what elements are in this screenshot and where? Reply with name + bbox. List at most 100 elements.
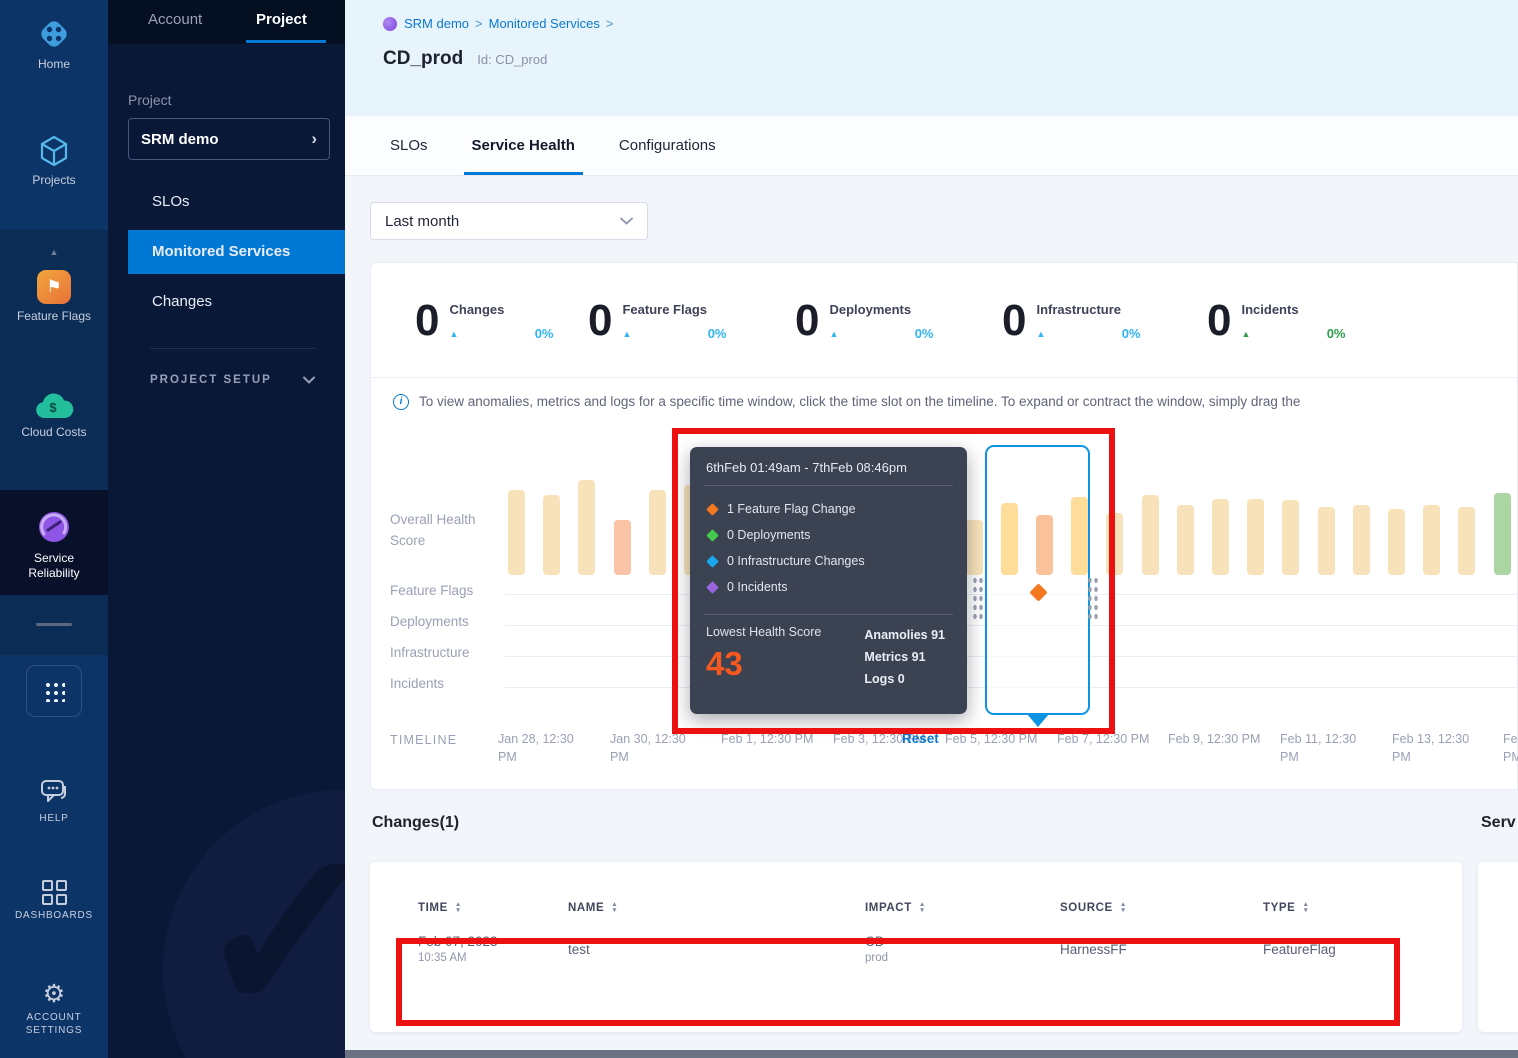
stat-percent: 0% [1327,326,1346,341]
module-grid-button[interactable] [26,665,82,717]
timeline-bar[interactable] [508,490,525,575]
column-header-time[interactable]: TIME▲▼ [418,902,568,914]
timeline-bar[interactable] [1282,500,1299,575]
tab-slos[interactable]: SLOs [390,116,428,175]
sidebar-item-changes[interactable]: Changes [128,280,345,324]
tooltip-item-text: 1 Feature Flag Change [727,502,856,516]
table-row[interactable]: Feb 07, 202310:35 AMtestCDprodHarnessFFF… [370,934,1462,964]
timeline-tick: Jan 28, 12:30 PM [498,731,594,766]
bottom-scrollbar[interactable] [345,1050,1518,1058]
breadcrumb-monitored-services[interactable]: Monitored Services [489,16,600,31]
tab-account[interactable]: Account [148,11,202,28]
selection-right-drag-handle[interactable] [1087,576,1099,620]
chevron-down-icon [303,376,315,384]
sidebar-item-help[interactable]: HELP [0,778,108,826]
time-range-value: Last month [385,213,620,230]
stat-meta: Infrastructure▲0% [1036,300,1140,342]
sidebar-item-feature-flags[interactable]: ⚑ Feature Flags [0,270,108,324]
info-banner-text: To view anomalies, metrics and logs for … [419,394,1300,409]
stat-infrastructure: 0Infrastructure▲0% [1002,300,1140,342]
stat-meta: Incidents▲0% [1241,300,1345,342]
stat-label: Feature Flags [622,302,726,317]
timeline-bar[interactable] [1494,493,1511,575]
rail-label-feature-flags: Feature Flags [0,309,108,324]
tab-configurations[interactable]: Configurations [619,116,716,175]
changes-table-body: Feb 07, 202310:35 AMtestCDprodHarnessFFF… [370,934,1462,964]
reset-button[interactable]: Reset [902,731,939,746]
timeline-bar[interactable] [1247,499,1264,575]
row-label-incidents: Incidents [390,676,444,691]
tooltip-divider [704,614,953,615]
check-watermark-icon: ✓ [193,800,345,1058]
rail-scroll-up-icon[interactable]: ▲ [0,247,108,257]
project-setup-toggle[interactable]: PROJECT SETUP [150,374,315,386]
stat-label: Deployments [829,302,933,317]
timeline-tick: Feb 9, 12:30 PM [1168,731,1264,749]
service-dependency-card [1478,862,1518,1032]
sidebar-nav: SLOs Monitored Services Changes [128,180,345,330]
column-header-type[interactable]: TYPE▲▼ [1263,902,1462,914]
project-avatar-icon [383,17,397,31]
row-label-timeline: TIMELINE [390,733,457,747]
column-header-impact[interactable]: IMPACT▲▼ [865,902,1060,914]
trend-up-icon: ▲ [449,329,458,339]
timeline-bar[interactable] [1142,495,1159,575]
row-label-overall-health-score: Overall Health Score [390,510,504,552]
timeline-bar[interactable] [1177,505,1194,575]
timeline-bar[interactable] [1458,507,1475,575]
rail-label-settings: SETTINGS [26,1025,82,1036]
tooltip-metrics: Anamolies 91Metrics 91Logs 0 [864,625,951,691]
timeline-ticks: Jan 28, 12:30 PMJan 30, 12:30 PMFeb 1, 1… [498,731,1518,771]
timeline-bar[interactable] [1212,499,1229,575]
tab-project[interactable]: Project [256,11,307,28]
timeline-bar[interactable] [1318,507,1335,575]
tab-service-health[interactable]: Service Health [472,116,575,175]
sidebar-item-dashboards[interactable]: DASHBOARDS [0,878,108,923]
row-label-infrastructure: Infrastructure [390,645,470,660]
timeline-bar[interactable] [543,495,560,575]
trend-up-icon: ▲ [622,329,631,339]
timeline-bar[interactable] [966,520,983,575]
breadcrumb-srm-demo[interactable]: SRM demo [404,16,469,31]
project-setup-label: PROJECT SETUP [150,374,272,386]
changes-table-header: TIME▲▼NAME▲▼IMPACT▲▼SOURCE▲▼TYPE▲▼ [370,902,1462,914]
stat-meta: Feature Flags▲0% [622,300,726,342]
column-header-source[interactable]: SOURCE▲▼ [1060,902,1263,914]
sidebar-item-account-settings[interactable]: ⚙ ACCOUNT SETTINGS [0,982,108,1037]
tooltip-item-text: 0 Deployments [727,528,810,542]
dashboards-icon [42,880,67,905]
service-dependency-heading: Serv [1481,814,1518,832]
column-header-name[interactable]: NAME▲▼ [568,902,865,914]
tab-underline [246,40,326,43]
selection-left-drag-handle[interactable] [972,576,984,620]
timeline-bar[interactable] [578,480,595,575]
stat-label: Infrastructure [1036,302,1140,317]
cell-type: FeatureFlag [1263,942,1462,957]
sidebar-item-service-reliability[interactable]: Service Reliability [0,508,108,581]
breadcrumb-separator: > [475,16,483,31]
harness-logo-icon [36,16,72,52]
timeline-bar[interactable] [1388,509,1405,575]
timeline-bar[interactable] [1353,505,1370,575]
sidebar-item-monitored-services[interactable]: Monitored Services [128,230,345,274]
breadcrumb: SRM demo > Monitored Services > [383,16,620,31]
sidebar-item-slos[interactable]: SLOs [128,180,345,224]
sidebar-item-home[interactable]: Home [0,16,108,72]
changes-table-card: TIME▲▼NAME▲▼IMPACT▲▼SOURCE▲▼TYPE▲▼ Feb 0… [370,862,1462,1032]
diamond-icon [706,555,719,568]
page-title: CD_prod [383,48,463,70]
timeline-bar[interactable] [1423,505,1440,575]
stat-value: 0 [415,300,439,342]
lowest-health-score-value: 43 [706,645,856,683]
rail-drag-handle[interactable] [36,623,72,626]
timeline-tick: Feb 1, 12:30 PM [721,731,817,749]
project-selector[interactable]: SRM demo › [128,118,330,160]
timeline-bar[interactable] [649,490,666,575]
sidebar-item-projects[interactable]: Projects [0,134,108,188]
time-range-select[interactable]: Last month [370,202,648,240]
timeline-bar[interactable] [1106,513,1123,575]
timeline-bar[interactable] [614,520,631,575]
time-window-selection[interactable] [985,445,1090,715]
sidebar-item-cloud-costs[interactable]: $ Cloud Costs [0,392,108,440]
stat-feature-flags: 0Feature Flags▲0% [588,300,726,342]
